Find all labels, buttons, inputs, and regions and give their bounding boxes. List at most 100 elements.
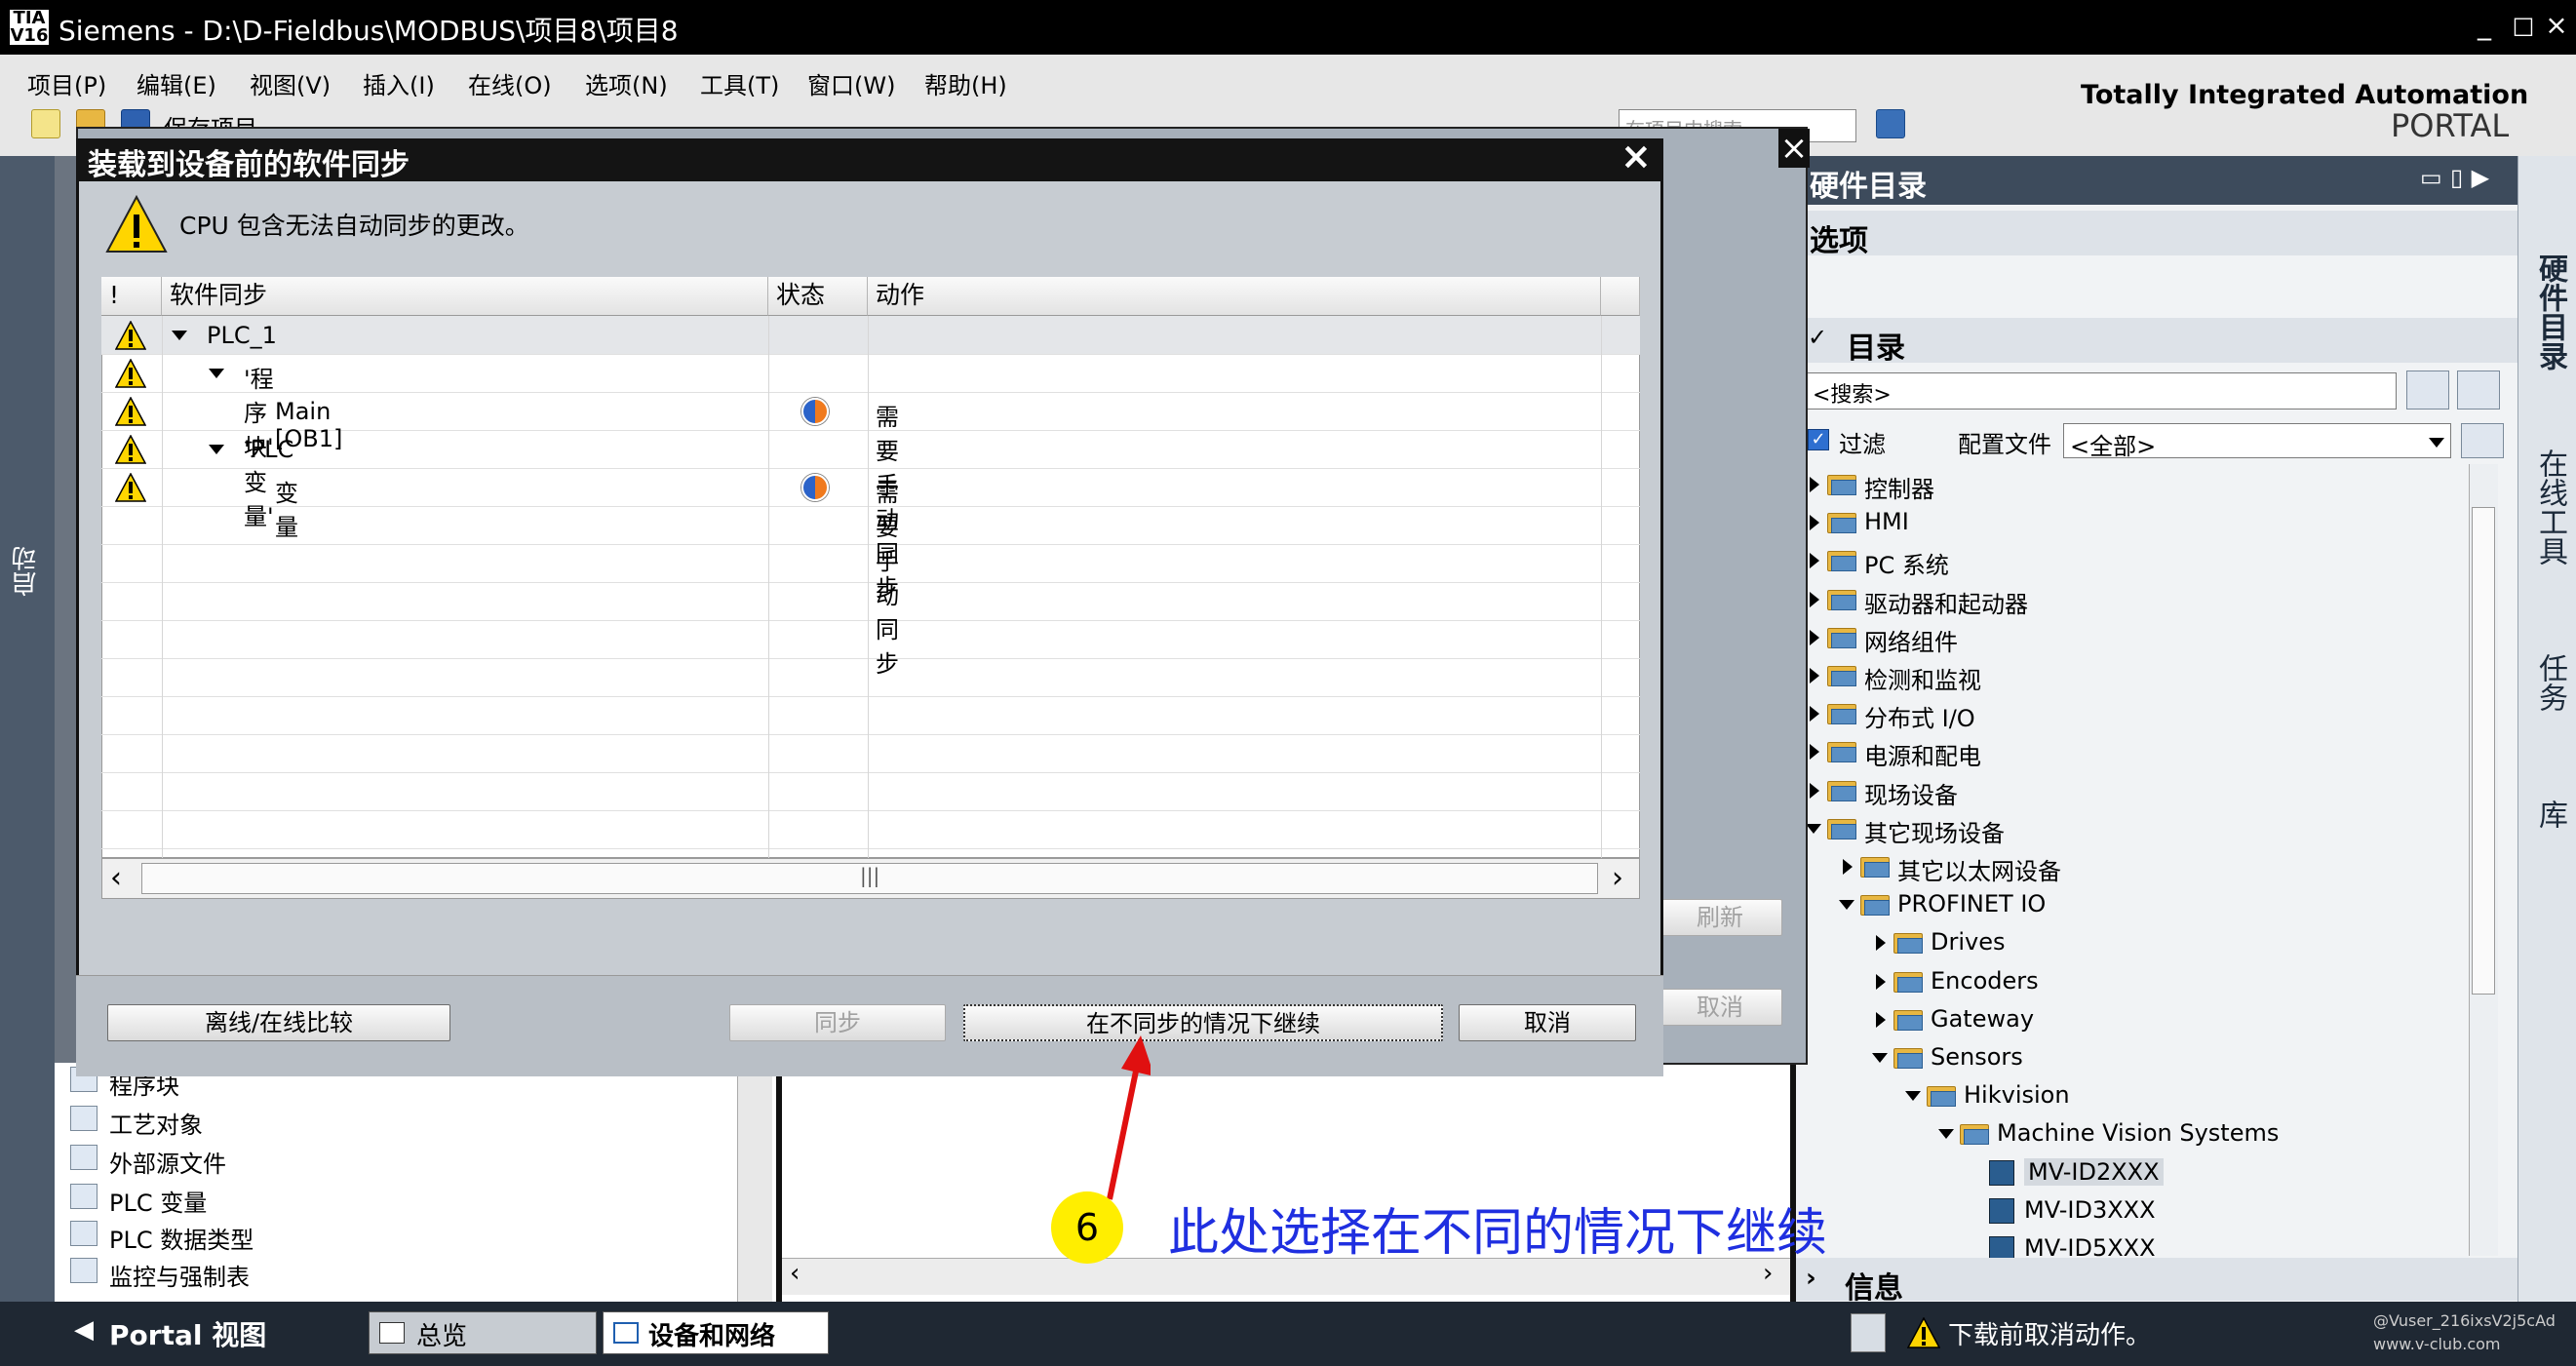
table-row[interactable] — [101, 430, 1640, 468]
scroll-left-icon[interactable]: ‹ — [110, 861, 122, 895]
catalog-item[interactable]: PROFINET IO — [1796, 886, 2469, 924]
table-row[interactable] — [101, 316, 1640, 354]
catalog-item[interactable]: 网络组件 — [1796, 619, 2469, 657]
catalog-item[interactable]: 驱动器和起动器 — [1796, 581, 2469, 619]
menu-window[interactable]: 窗口(W) — [807, 66, 895, 100]
tab-tasks[interactable]: 任务 — [2528, 653, 2571, 712]
col-header-action[interactable]: 动作 — [868, 277, 1601, 316]
catalog-item[interactable]: 分布式 I/O — [1796, 695, 2469, 733]
tree-item-plc-tags[interactable]: PLC 变量 — [70, 1184, 207, 1218]
table-row[interactable] — [101, 354, 1640, 392]
chevron-right-icon[interactable] — [1810, 782, 1819, 799]
catalog-item[interactable]: 现场设备 — [1796, 772, 2469, 810]
catalog-item[interactable]: PC 系统 — [1796, 542, 2469, 580]
close-window-button[interactable]: × — [2537, 6, 2576, 45]
continue-without-sync-button[interactable]: 在不同步的情况下继续 — [963, 1004, 1443, 1041]
chevron-right-icon[interactable] — [1876, 973, 1886, 990]
tree-item-watch-tables[interactable]: 监控与强制表 — [70, 1258, 250, 1292]
project-tree-scrollbar[interactable] — [737, 1063, 772, 1302]
chevron-right-icon[interactable] — [1810, 477, 1819, 492]
tab-libraries[interactable]: 库 — [2528, 800, 2571, 829]
minimize-button[interactable]: _ — [2465, 6, 2504, 45]
background-cancel-button[interactable]: 取消 — [1658, 989, 1782, 1026]
tree-item-external-sources[interactable]: 外部源文件 — [70, 1145, 226, 1179]
start-strip[interactable]: 启动 — [0, 156, 55, 1302]
chevron-down-icon[interactable] — [1839, 900, 1854, 911]
chevron-right-icon[interactable] — [1810, 668, 1819, 683]
catalog-section[interactable]: ✓ 目录 — [1796, 318, 2517, 366]
portal-view-button[interactable]: Portal 视图 — [109, 1314, 266, 1353]
catalog-item[interactable]: Gateway — [1796, 1001, 2469, 1039]
catalog-item[interactable]: Encoders — [1796, 963, 2469, 1001]
chevron-right-icon[interactable] — [1843, 859, 1853, 875]
cancel-button[interactable]: 取消 — [1459, 1004, 1636, 1041]
profile-edit-icon[interactable] — [2461, 423, 2504, 458]
offline-online-compare-button[interactable]: 离线/在线比较 — [107, 1004, 450, 1041]
catalog-item[interactable]: HMI — [1796, 504, 2469, 542]
tree-item-plc-data-types[interactable]: PLC 数据类型 — [70, 1221, 254, 1255]
catalog-item[interactable]: Drives — [1796, 924, 2469, 962]
dialog-close-icon[interactable]: × — [1620, 135, 1652, 177]
catalog-search-input[interactable]: <搜索> — [1806, 372, 2397, 410]
filter-checkbox[interactable]: ✓ — [1808, 429, 1829, 450]
chevron-right-icon[interactable] — [1876, 1011, 1886, 1028]
profile-select[interactable]: <全部> — [2063, 423, 2451, 460]
catalog-scrollbar[interactable] — [2469, 464, 2498, 1256]
search-go-icon[interactable] — [1876, 109, 1905, 138]
catalog-item[interactable]: Machine Vision Systems — [1796, 1115, 2469, 1153]
chevron-right-icon[interactable] — [1810, 706, 1819, 722]
expand-arrow-icon[interactable] — [172, 331, 187, 340]
scroll-right-icon[interactable]: › — [1612, 861, 1623, 895]
devices-networks-tab[interactable]: 设备和网络 — [603, 1311, 829, 1354]
catalog-item[interactable]: MV-ID2XXX — [1796, 1154, 2469, 1192]
catalog-item[interactable]: Sensors — [1796, 1039, 2469, 1077]
catalog-item[interactable]: 检测和监视 — [1796, 657, 2469, 695]
overview-tab[interactable]: 总览 — [369, 1311, 597, 1354]
col-header-flag[interactable]: ! — [101, 277, 162, 316]
expand-arrow-icon[interactable] — [209, 369, 224, 378]
chevron-down-icon[interactable] — [1905, 1091, 1921, 1102]
menu-project[interactable]: 项目(P) — [27, 66, 106, 100]
chevron-right-icon[interactable] — [1810, 553, 1819, 569]
menu-options[interactable]: 选项(N) — [585, 66, 668, 100]
catalog-item[interactable]: MV-ID3XXX — [1796, 1192, 2469, 1230]
table-row[interactable] — [101, 468, 1640, 506]
catalog-item[interactable]: 电源和配电 — [1796, 733, 2469, 771]
menu-tools[interactable]: 工具(T) — [700, 66, 779, 100]
tab-hardware-catalog[interactable]: 硬件目录 — [2528, 254, 2571, 371]
catalog-options-section[interactable]: 选项 — [1796, 211, 2517, 258]
search-up-icon[interactable] — [2457, 371, 2500, 410]
catalog-scroll-thumb[interactable] — [2472, 507, 2495, 995]
chevron-down-icon[interactable] — [1806, 823, 1821, 834]
col-header-status[interactable]: 状态 — [768, 277, 868, 316]
menu-online[interactable]: 在线(O) — [468, 66, 552, 100]
properties-icon[interactable] — [1851, 1313, 1886, 1352]
col-header-software-sync[interactable]: 软件同步 — [162, 277, 768, 316]
menu-help[interactable]: 帮助(H) — [924, 66, 1007, 100]
catalog-item[interactable]: 其它现场设备 — [1796, 810, 2469, 848]
chevron-down-icon[interactable] — [1872, 1053, 1888, 1063]
scroll-left-icon[interactable]: ‹ — [790, 1259, 800, 1288]
catalog-window-controls-icon[interactable]: ▭ ▯ ▶ — [2420, 164, 2489, 191]
tab-online-tools[interactable]: 在线工具 — [2528, 449, 2571, 566]
chevron-right-icon[interactable] — [1876, 935, 1886, 952]
chevron-down-icon[interactable] — [1938, 1129, 1954, 1140]
chevron-right-icon[interactable] — [1810, 629, 1819, 645]
chevron-right-icon[interactable] — [1810, 515, 1819, 531]
catalog-item[interactable]: 其它以太网设备 — [1796, 848, 2469, 886]
refresh-button[interactable]: 刷新 — [1658, 899, 1782, 936]
chevron-right-icon[interactable] — [1810, 744, 1819, 761]
catalog-item[interactable]: Hikvision — [1796, 1077, 2469, 1115]
chevron-right-icon[interactable] — [1810, 591, 1819, 607]
expand-arrow-icon[interactable] — [209, 445, 224, 454]
menu-view[interactable]: 视图(V) — [250, 66, 331, 100]
catalog-item[interactable]: 控制器 — [1796, 466, 2469, 504]
table-hscrollbar[interactable]: ‹ ||| › — [101, 858, 1640, 899]
menu-insert[interactable]: 插入(I) — [363, 66, 435, 100]
table-scroll-thumb[interactable]: ||| — [141, 863, 1598, 894]
tree-item-technology-objects[interactable]: 工艺对象 — [70, 1106, 203, 1140]
info-section[interactable]: › 信息 — [1796, 1258, 2517, 1306]
background-dialog-close-icon[interactable]: × — [1778, 129, 1810, 168]
menu-edit[interactable]: 编辑(E) — [137, 66, 216, 100]
new-project-icon[interactable] — [31, 109, 60, 138]
